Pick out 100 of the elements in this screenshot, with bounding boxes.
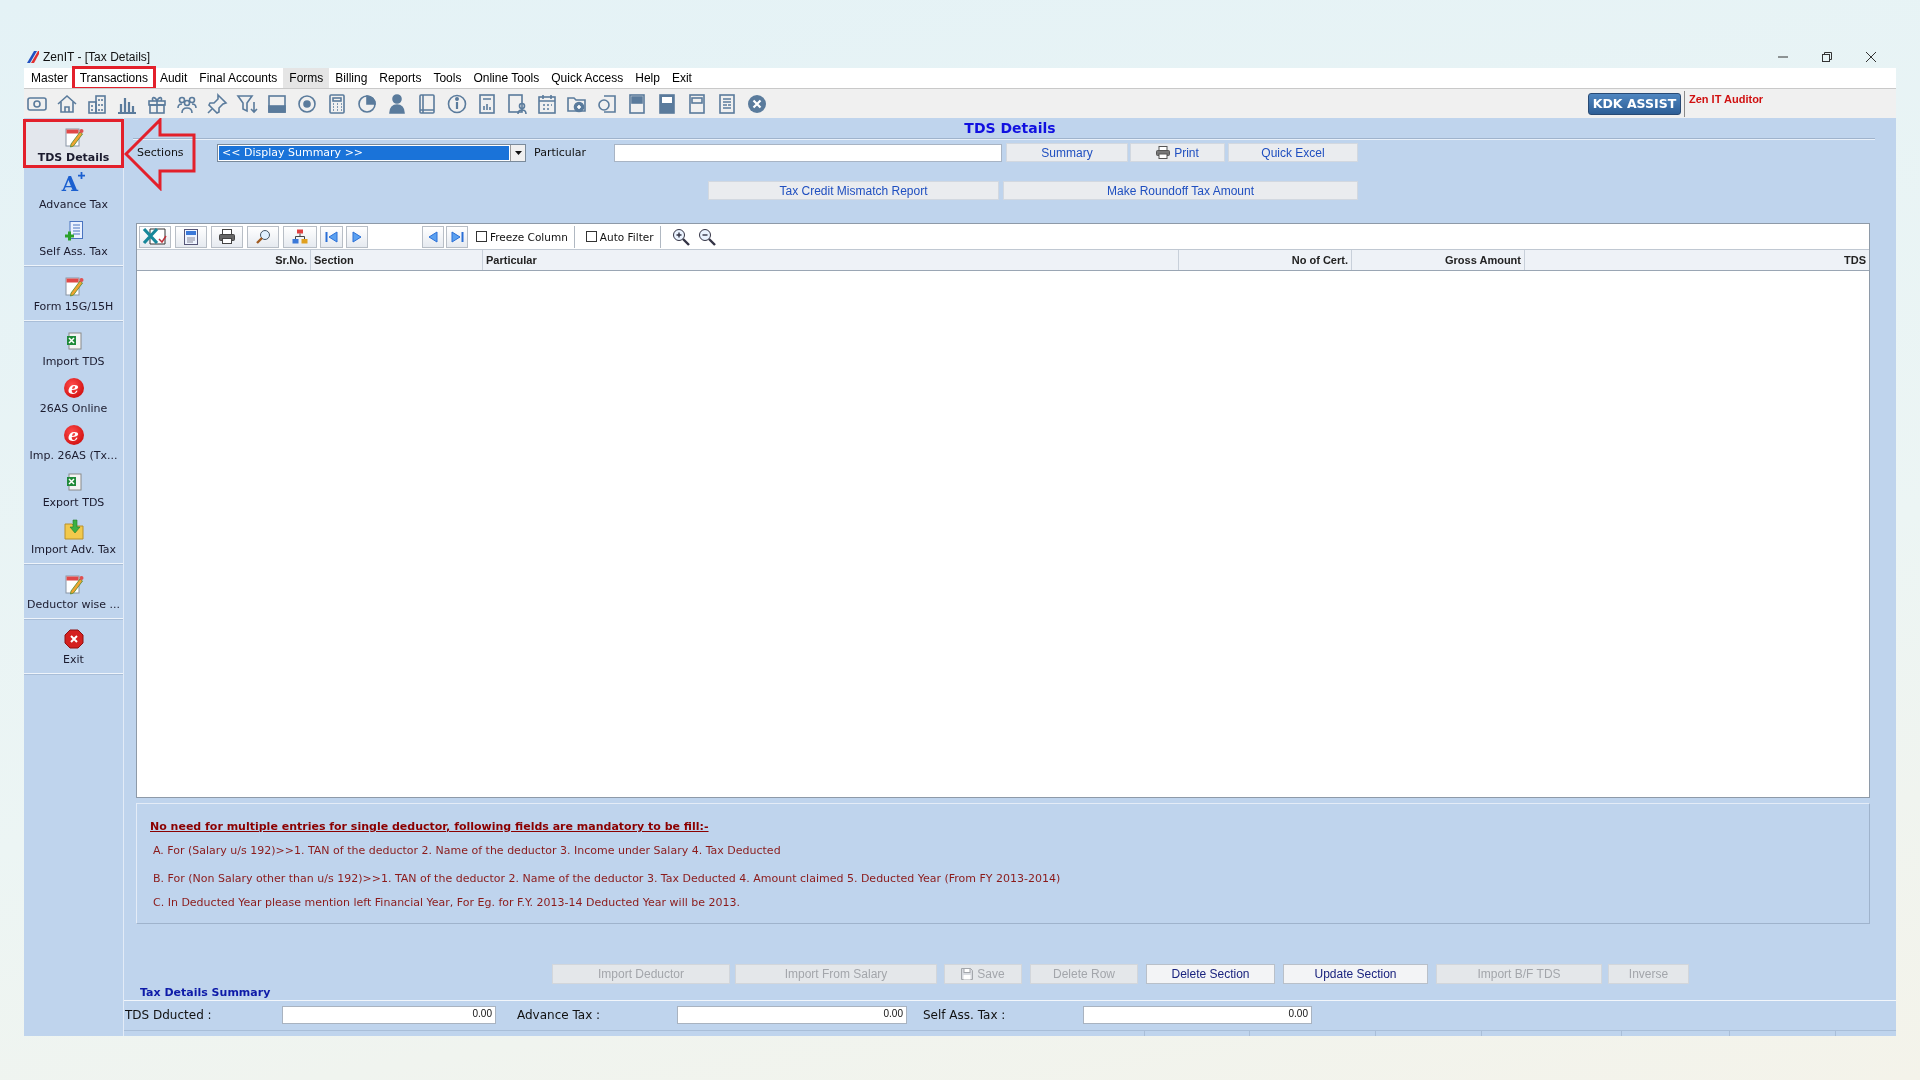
document-plus-icon bbox=[63, 220, 84, 242]
skip-last-icon bbox=[450, 230, 464, 243]
first-record-button[interactable] bbox=[320, 225, 343, 248]
sidebar-item[interactable]: e Imp. 26AS (Tx... bbox=[24, 418, 123, 465]
sidebar-item[interactable]: e 26AS Online bbox=[24, 371, 123, 418]
column-header: Section bbox=[311, 250, 483, 270]
summary-field[interactable]: 0.00 bbox=[282, 1006, 496, 1024]
zoom-out-icon[interactable] bbox=[696, 226, 717, 247]
document-pencil-icon bbox=[63, 573, 84, 595]
calculator-icon[interactable] bbox=[326, 92, 348, 115]
panel-icon[interactable] bbox=[266, 92, 288, 115]
summary-button[interactable]: Summary bbox=[1006, 143, 1128, 162]
spreadsheet-export-icon bbox=[142, 227, 168, 246]
printer-icon bbox=[1156, 146, 1171, 159]
print-grid-button[interactable] bbox=[211, 225, 243, 248]
web-page-icon bbox=[184, 228, 198, 245]
section-title: Tax Details Summary bbox=[140, 987, 271, 999]
sidebar-item[interactable]: Import Adv. Tax bbox=[24, 512, 123, 559]
disc-icon[interactable] bbox=[296, 92, 318, 115]
sheet-icon[interactable] bbox=[656, 92, 678, 115]
delete-section-button[interactable]: Delete Section bbox=[1146, 964, 1275, 984]
floppy-icon bbox=[961, 968, 974, 980]
filter-icon[interactable] bbox=[236, 92, 258, 115]
roundoff-button[interactable]: Make Roundoff Tax Amount bbox=[1003, 181, 1358, 200]
e-logo-icon: e bbox=[63, 378, 84, 398]
sidebar-item[interactable]: Deductor wise ... bbox=[24, 567, 123, 614]
web-view-button[interactable] bbox=[175, 225, 207, 248]
option-checkbox[interactable]: Freeze Column bbox=[476, 225, 575, 248]
book-icon[interactable] bbox=[416, 92, 438, 115]
sidebar-item[interactable]: TDS Details bbox=[24, 120, 123, 167]
update-section-button[interactable]: Update Section bbox=[1283, 964, 1428, 984]
checkbox-icon[interactable] bbox=[585, 231, 597, 242]
sections-dropdown[interactable]: << Display Summary >> bbox=[217, 143, 526, 162]
ledger-icon[interactable] bbox=[716, 92, 738, 115]
next-record-button[interactable] bbox=[346, 225, 368, 248]
home-icon[interactable] bbox=[56, 92, 78, 115]
calendar-icon[interactable] bbox=[536, 92, 558, 115]
mismatch-report-button[interactable]: Tax Credit Mismatch Report bbox=[708, 181, 999, 200]
search-icon bbox=[255, 229, 271, 244]
particular-field[interactable] bbox=[614, 143, 1002, 162]
e-logo-icon: e bbox=[63, 425, 84, 445]
menu-item[interactable]: Quick Access bbox=[545, 68, 630, 88]
column-header: TDS bbox=[1843, 253, 1867, 268]
assist-button[interactable]: KDK ASSIST bbox=[1588, 92, 1681, 115]
folder-arrow-icon bbox=[63, 518, 84, 540]
menu-item[interactable]: Online Tools bbox=[467, 68, 546, 88]
menu-item[interactable]: Audit bbox=[153, 68, 194, 88]
last-record-button[interactable] bbox=[446, 225, 468, 248]
menu-item[interactable]: Billing bbox=[329, 68, 374, 88]
previous-page-button[interactable] bbox=[422, 225, 444, 248]
summary-label: Self Ass. Tax : bbox=[923, 1008, 1007, 1022]
skip-first-icon bbox=[325, 230, 338, 243]
print-button[interactable]: Print bbox=[1130, 143, 1225, 162]
sidebar-item[interactable]: Form 15G/15H bbox=[24, 269, 123, 316]
export-button[interactable] bbox=[139, 225, 171, 248]
sidebar-item[interactable]: Self Ass. Tax bbox=[24, 214, 123, 261]
zoom-in-icon[interactable] bbox=[670, 226, 691, 247]
page-heading: TDS Details bbox=[964, 120, 1056, 136]
menu-item[interactable]: Transactions bbox=[73, 68, 154, 88]
sections-label: Sections bbox=[137, 146, 184, 159]
document-pencil-icon bbox=[63, 275, 84, 297]
menu-item[interactable]: Reports bbox=[373, 68, 428, 88]
column-header: No of Cert. bbox=[1179, 250, 1352, 270]
sidebar-item[interactable]: Exit bbox=[24, 622, 123, 669]
previous-icon bbox=[428, 230, 438, 243]
hierarchy-icon bbox=[292, 229, 308, 244]
notes-heading: No need for multiple entries for single deductor, following fields are mandatory to be fill:- bbox=[150, 820, 709, 834]
document-circle-icon[interactable] bbox=[596, 92, 618, 115]
menu-item[interactable]: Exit bbox=[665, 68, 698, 88]
user-document-icon[interactable] bbox=[506, 92, 528, 115]
checkbox-icon[interactable] bbox=[476, 231, 487, 242]
menu-item[interactable]: Final Accounts bbox=[193, 68, 284, 88]
group-button[interactable] bbox=[283, 225, 317, 248]
pie-chart-icon[interactable] bbox=[356, 92, 378, 115]
menu-item[interactable]: Tools bbox=[427, 68, 468, 88]
sidebar-item[interactable]: Export TDS bbox=[24, 465, 123, 512]
menu-item[interactable]: Forms bbox=[283, 68, 330, 88]
note-text: B. For (Non Salary other than u/s 192)>>1. TAN of the deductor 2. Name of the deductor 3. Tax Deducted 4. Amount claimed 5. Deducted Year (From FY 2013-2014) bbox=[153, 872, 1061, 886]
report-icon[interactable] bbox=[476, 92, 498, 115]
sidebar-item[interactable]: A Advance Tax bbox=[24, 167, 123, 214]
column-header: Particular bbox=[483, 250, 1179, 270]
building-icon[interactable] bbox=[86, 92, 108, 115]
summary-field[interactable]: 0.00 bbox=[677, 1006, 907, 1024]
menu-item[interactable]: Master bbox=[25, 68, 74, 88]
find-button[interactable] bbox=[247, 225, 279, 248]
summary-label: Advance Tax : bbox=[517, 1008, 602, 1022]
option-checkbox[interactable]: Auto Filter bbox=[585, 225, 661, 248]
menu-item[interactable]: Help bbox=[629, 68, 666, 88]
printer-icon bbox=[219, 229, 235, 244]
close-icon[interactable] bbox=[746, 92, 768, 115]
summary-label: TDS Dducted : bbox=[125, 1008, 213, 1022]
sheet-icon[interactable] bbox=[686, 92, 708, 115]
person-icon[interactable] bbox=[386, 92, 408, 115]
quick-excel-button[interactable]: Quick Excel bbox=[1228, 143, 1358, 162]
pin-icon[interactable] bbox=[206, 92, 228, 115]
sidebar-item[interactable]: Import TDS bbox=[24, 324, 123, 371]
product-label: Zen IT Auditor bbox=[1689, 93, 1764, 105]
summary-field[interactable]: 0.00 bbox=[1083, 1006, 1312, 1024]
info-icon[interactable] bbox=[446, 92, 468, 115]
sheet-icon[interactable] bbox=[626, 92, 648, 115]
